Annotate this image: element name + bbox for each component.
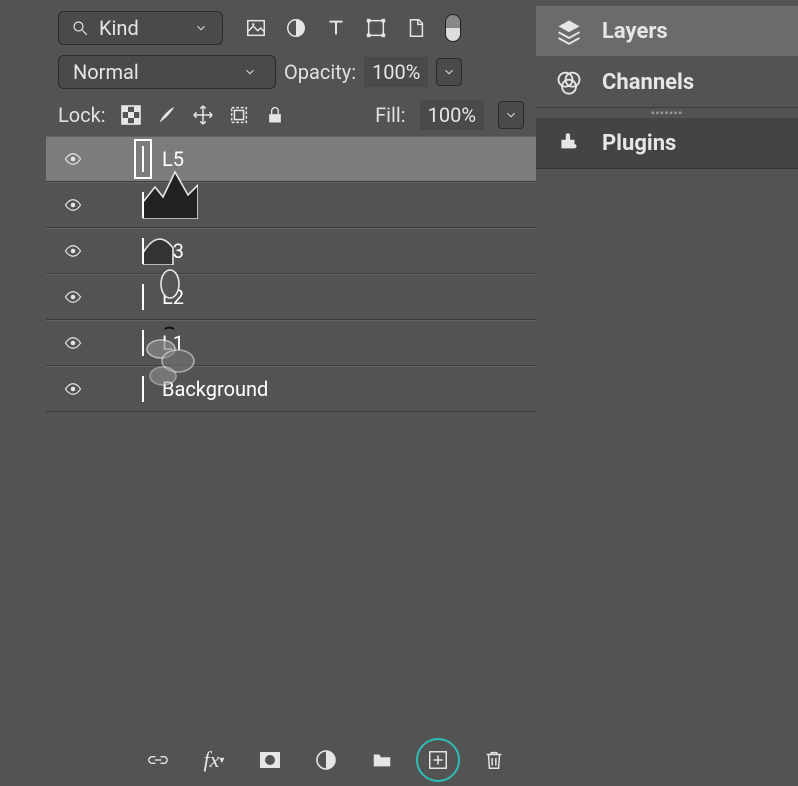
lock-artboard-icon[interactable]	[228, 104, 250, 126]
eye-icon[interactable]	[60, 150, 86, 168]
plugins-icon	[554, 128, 584, 158]
trash-icon[interactable]	[480, 746, 508, 774]
blend-mode-label: Normal	[73, 60, 139, 84]
group-icon[interactable]	[368, 746, 396, 774]
tab-layers[interactable]: Layers	[536, 6, 798, 57]
link-layers-icon[interactable]	[144, 746, 172, 774]
layer-thumbnail[interactable]	[142, 146, 144, 172]
eye-icon[interactable]	[60, 380, 86, 398]
lock-row: Lock: Fill: 100%	[46, 94, 536, 136]
layer-row[interactable]: L3	[46, 228, 536, 274]
eye-icon[interactable]	[60, 288, 86, 306]
blend-row: Normal Opacity: 100%	[46, 50, 536, 94]
channels-icon	[554, 67, 584, 97]
layer-list: L5 L4 L3	[46, 136, 536, 734]
layer-row[interactable]: L1	[46, 320, 536, 366]
layer-row[interactable]: L5	[46, 136, 536, 182]
image-filter-icon[interactable]	[245, 17, 267, 39]
layer-thumbnail[interactable]	[142, 238, 144, 264]
filter-row: Kind	[46, 6, 536, 50]
tab-channels[interactable]: Channels	[536, 57, 798, 108]
tab-channels-label: Channels	[602, 70, 694, 95]
panel-gutter	[0, 0, 46, 786]
layers-panel: Kind Normal	[46, 0, 536, 786]
filter-buttons	[245, 14, 461, 42]
layer-row[interactable]: L2	[46, 274, 536, 320]
tab-plugins-label: Plugins	[602, 131, 676, 156]
layer-thumbnail[interactable]	[142, 192, 144, 218]
filter-toggle[interactable]	[445, 14, 461, 42]
lock-brush-icon[interactable]	[156, 104, 178, 126]
layer-thumbnail[interactable]	[142, 284, 144, 310]
layer-row[interactable]: Background	[46, 366, 536, 412]
new-layer-icon[interactable]	[424, 746, 452, 774]
eye-icon[interactable]	[60, 196, 86, 214]
opacity-dropdown[interactable]	[436, 58, 462, 86]
fill-label: Fill:	[375, 103, 406, 127]
lock-label: Lock:	[58, 103, 106, 127]
adjustment-layer-icon[interactable]	[312, 746, 340, 774]
fill-value[interactable]: 100%	[420, 100, 484, 130]
adjustment-filter-icon[interactable]	[285, 17, 307, 39]
lock-all-icon[interactable]	[264, 104, 286, 126]
chevron-down-icon	[190, 17, 212, 39]
shape-filter-icon[interactable]	[365, 17, 387, 39]
blend-mode-dropdown[interactable]: Normal	[58, 55, 276, 89]
opacity-label: Opacity:	[284, 60, 356, 84]
lock-transparency-icon[interactable]	[120, 104, 142, 126]
fx-icon[interactable]: fx▾	[200, 746, 228, 774]
type-filter-icon[interactable]	[325, 17, 347, 39]
mask-icon[interactable]	[256, 746, 284, 774]
layers-icon	[554, 16, 584, 46]
opacity-value[interactable]: 100%	[364, 57, 428, 87]
layer-row[interactable]: L4	[46, 182, 536, 228]
tab-layers-label: Layers	[602, 19, 668, 44]
search-icon	[69, 17, 91, 39]
chevron-down-icon	[239, 61, 261, 83]
eye-icon[interactable]	[60, 242, 86, 260]
new-layer-highlight	[416, 738, 460, 782]
side-tabs: Layers Channels ▪▪▪▪▪▪▪ Plugins	[536, 0, 798, 786]
fill-dropdown[interactable]	[498, 101, 524, 129]
filter-type-label: Kind	[99, 16, 139, 40]
smartobject-filter-icon[interactable]	[405, 17, 427, 39]
tab-plugins[interactable]: Plugins	[536, 118, 798, 169]
eye-icon[interactable]	[60, 334, 86, 352]
panel-grip[interactable]: ▪▪▪▪▪▪▪	[536, 108, 798, 118]
layer-thumbnail[interactable]	[142, 330, 144, 356]
bottom-toolbar: fx▾	[46, 734, 536, 786]
layer-thumbnail[interactable]	[142, 376, 144, 402]
filter-type-dropdown[interactable]: Kind	[58, 11, 223, 45]
lock-move-icon[interactable]	[192, 104, 214, 126]
